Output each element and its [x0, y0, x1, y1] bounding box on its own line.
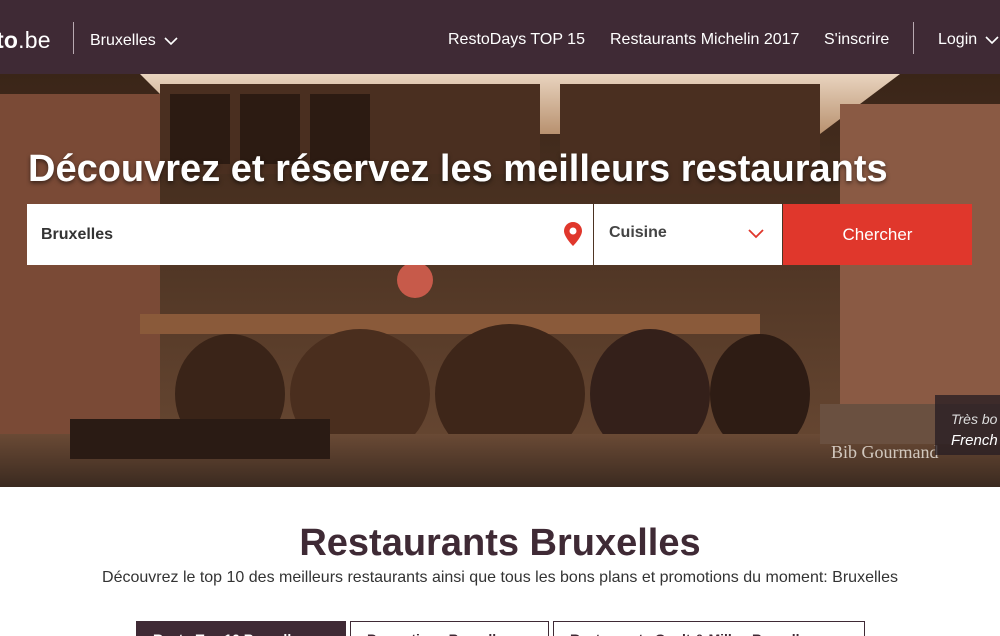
- cuisine-dropdown-label: Cuisine: [609, 224, 667, 241]
- page-subtitle: Découvrez le top 10 des meilleurs restau…: [102, 569, 898, 586]
- nav-divider: [913, 22, 914, 54]
- featured-card-line1: Très bo: [951, 411, 998, 427]
- logo-text[interactable]: to: [0, 27, 18, 53]
- hero-restaurant-photo: [0, 74, 1000, 487]
- chevron-down-icon: [164, 36, 178, 45]
- login-label: Login: [938, 31, 978, 48]
- hero-banner: Découvrez et réservez les meilleurs rest…: [0, 74, 1000, 487]
- login-menu[interactable]: Login: [938, 31, 999, 49]
- location-search-input[interactable]: [27, 204, 567, 265]
- cuisine-dropdown[interactable]: Cuisine: [594, 204, 782, 265]
- hero-title: Découvrez et réservez les meilleurs rest…: [28, 148, 888, 190]
- nav-link-signup[interactable]: S'inscrire: [824, 31, 889, 49]
- top-navigation: to.be Bruxelles RestoDays TOP 15 Restaur…: [0, 0, 1000, 74]
- site-logo[interactable]: to.be: [0, 27, 51, 54]
- nav-divider: [73, 22, 74, 54]
- featured-restaurant-card[interactable]: Très bo French: [935, 395, 1000, 455]
- tab-promotions[interactable]: Promotions Bruxelles: [350, 621, 549, 636]
- search-button[interactable]: Chercher: [783, 204, 972, 265]
- chevron-down-icon: [985, 35, 999, 44]
- chevron-down-icon: [748, 229, 764, 239]
- nav-link-michelin[interactable]: Restaurants Michelin 2017: [610, 31, 799, 49]
- logo-suffix[interactable]: .be: [18, 27, 51, 53]
- city-selector-label: Bruxelles: [90, 32, 156, 49]
- city-selector[interactable]: Bruxelles: [90, 32, 178, 50]
- tab-gault-millau[interactable]: Restaurants Gault & Millau Bruxelles: [553, 621, 865, 636]
- tab-top10[interactable]: Resto Top 10 Bruxelles: [136, 621, 346, 636]
- location-search-box: [27, 204, 593, 265]
- location-pin-icon[interactable]: [564, 222, 582, 246]
- featured-card-line2: French: [951, 432, 998, 449]
- page-title: Restaurants Bruxelles: [299, 522, 701, 564]
- bib-gourmand-badge: Bib Gourmand: [831, 442, 939, 462]
- nav-link-restodays-top15[interactable]: RestoDays TOP 15: [448, 31, 585, 49]
